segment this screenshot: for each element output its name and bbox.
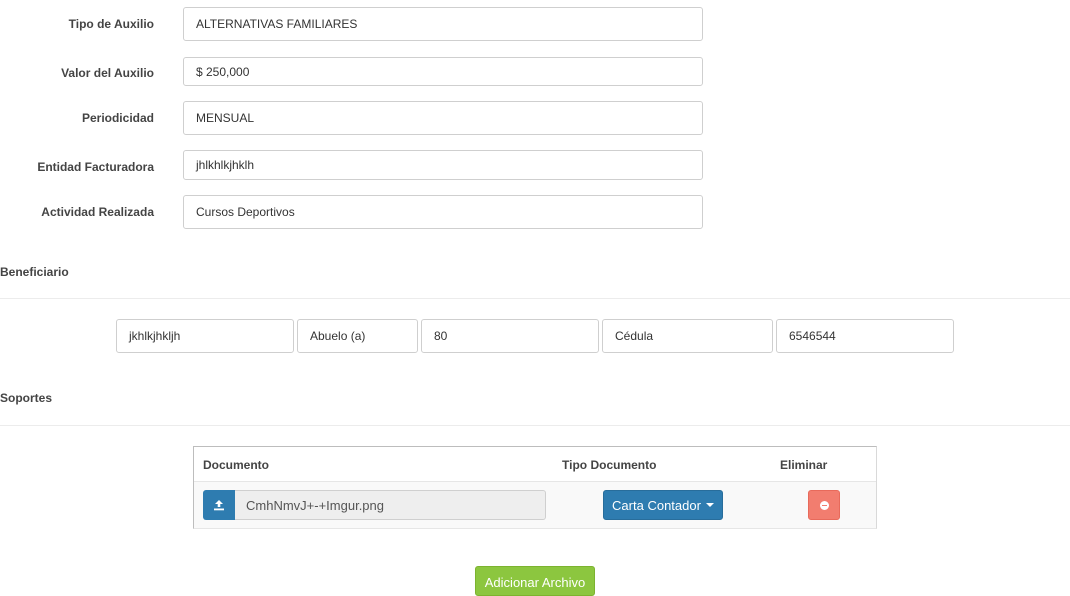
- col-header-eliminar: Eliminar: [780, 458, 828, 472]
- tipo-documento-dropdown[interactable]: Carta Contador: [603, 490, 723, 520]
- valor-auxilio-label: Valor del Auxilio: [61, 66, 154, 80]
- actividad-realizada-label: Actividad Realizada: [41, 205, 154, 219]
- delete-button[interactable]: [808, 490, 840, 520]
- beneficiario-parentesco-field[interactable]: Abuelo (a): [297, 319, 418, 353]
- soportes-table: Documento Tipo Documento Eliminar CmhNmv…: [193, 446, 877, 529]
- entidad-facturadora-field[interactable]: jhlkhlkjhklh: [183, 150, 703, 180]
- add-file-button[interactable]: Adicionar Archivo: [475, 566, 595, 596]
- beneficiario-tipo-documento-field[interactable]: Cédula: [602, 319, 773, 353]
- valor-auxilio-field[interactable]: $ 250,000: [183, 57, 703, 86]
- beneficiario-edad-field[interactable]: 80: [421, 319, 599, 353]
- col-header-documento: Documento: [203, 458, 269, 472]
- section-divider: [0, 298, 1070, 299]
- tipo-auxilio-label: Tipo de Auxilio: [68, 17, 154, 31]
- upload-icon: [214, 500, 224, 511]
- file-name-field[interactable]: CmhNmvJ+-+Imgur.png: [235, 490, 546, 520]
- beneficiario-nombre-field[interactable]: jkhlkjhkljh: [116, 319, 294, 353]
- col-header-tipo-documento: Tipo Documento: [562, 458, 657, 472]
- beneficiario-numero-documento-field[interactable]: 6546544: [776, 319, 954, 353]
- minus-circle-icon: [819, 500, 829, 510]
- soportes-title: Soportes: [0, 391, 53, 405]
- upload-button[interactable]: [203, 490, 235, 520]
- table-row: CmhNmvJ+-+Imgur.png Carta Contador: [194, 482, 876, 528]
- entidad-facturadora-label: Entidad Facturadora: [37, 160, 154, 174]
- periodicidad-label: Periodicidad: [81, 111, 154, 125]
- caret-down-icon: [705, 503, 714, 507]
- periodicidad-field[interactable]: MENSUAL: [183, 101, 703, 135]
- section-divider: [0, 425, 1070, 426]
- tipo-auxilio-field[interactable]: ALTERNATIVAS FAMILIARES: [183, 7, 703, 41]
- actividad-realizada-field[interactable]: Cursos Deportivos: [183, 195, 703, 229]
- beneficiario-title: Beneficiario: [0, 265, 69, 279]
- tipo-documento-label: Carta Contador: [612, 497, 701, 513]
